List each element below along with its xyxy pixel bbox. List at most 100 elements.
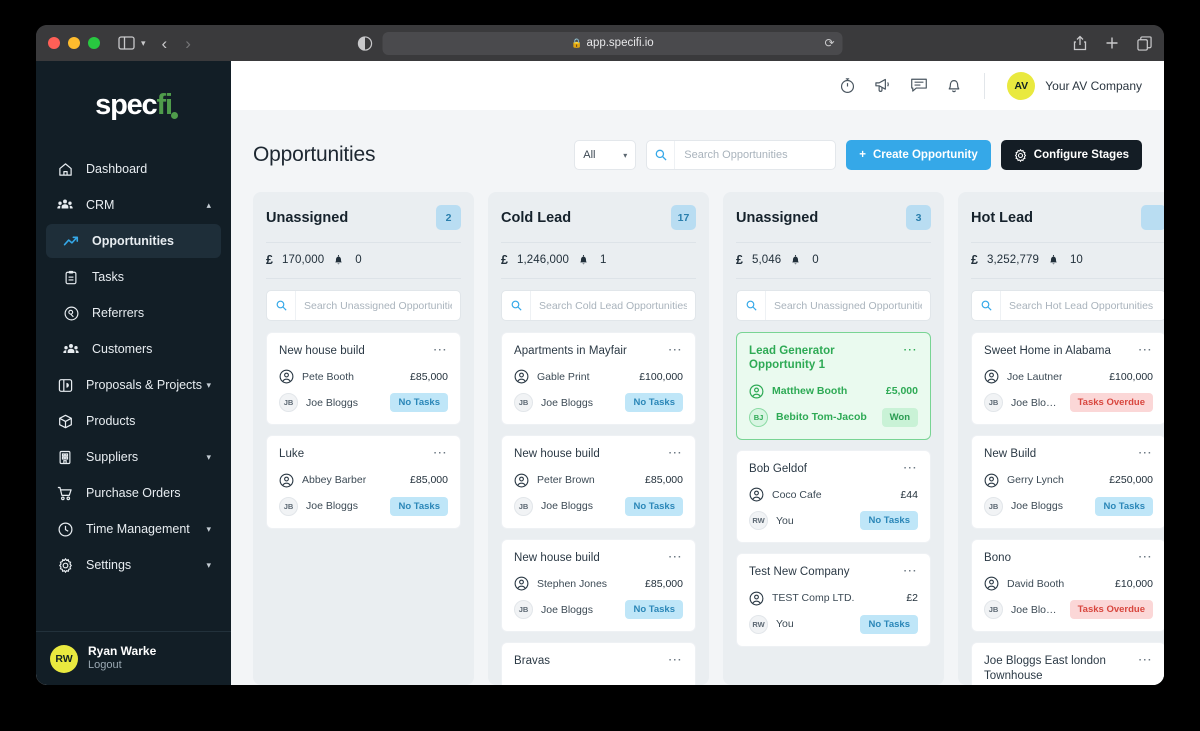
new-tab-icon[interactable]	[1105, 36, 1119, 50]
card-menu-icon[interactable]: ⋯	[1138, 445, 1153, 460]
chevron-down-icon[interactable]: ▾	[206, 560, 211, 571]
card-menu-icon[interactable]: ⋯	[903, 563, 918, 578]
opportunity-card[interactable]: New Build ⋯ Gerry Lynch £250,000 JB Joe …	[971, 435, 1164, 529]
card-menu-icon[interactable]: ⋯	[903, 459, 918, 474]
column-search-input[interactable]	[766, 291, 930, 320]
sidebar-item-suppliers[interactable]: Suppliers ▾	[46, 440, 221, 474]
chevron-down-icon[interactable]: ▾	[206, 452, 211, 463]
card-owner-name: Joe Bloggs	[1011, 500, 1063, 513]
opportunity-card[interactable]: Apartments in Mayfair ⋯ Gable Print £100…	[501, 332, 696, 426]
tab-overview-icon[interactable]	[1137, 35, 1152, 51]
opportunity-card[interactable]: Joe Bloggs East london Townhouse ⋯	[971, 642, 1164, 685]
forward-arrow-icon[interactable]: ›	[185, 35, 191, 52]
timer-icon[interactable]	[839, 77, 856, 94]
sidebar-item-opportunities[interactable]: Opportunities	[46, 224, 221, 258]
opportunity-card-won[interactable]: Lead Generator Opportunity 1 ⋯ Matthew B…	[736, 332, 931, 440]
card-contact-name: Abbey Barber	[302, 474, 367, 487]
column-search[interactable]	[501, 290, 696, 321]
logout-link[interactable]: Logout	[88, 659, 156, 673]
card-title: Test New Company	[749, 566, 850, 579]
column-search[interactable]	[971, 290, 1164, 321]
card-menu-icon[interactable]: ⋯	[433, 342, 448, 357]
create-opportunity-button[interactable]: + Create Opportunity	[846, 140, 991, 170]
column-stats: £ 3,252,779 10	[971, 243, 1164, 279]
sidebar-item-tasks[interactable]: Tasks	[46, 260, 221, 294]
column-cards: Lead Generator Opportunity 1 ⋯ Matthew B…	[723, 321, 944, 685]
sidebar-item-dashboard[interactable]: Dashboard	[46, 152, 221, 186]
reload-icon[interactable]: ⟳	[824, 36, 834, 50]
card-menu-icon[interactable]: ⋯	[1138, 342, 1153, 357]
card-contact-name: Stephen Jones	[537, 577, 608, 590]
owner-avatar: JB	[514, 496, 533, 516]
create-opportunity-label: Create Opportunity	[872, 149, 978, 161]
card-menu-icon[interactable]: ⋯	[668, 652, 683, 667]
minimize-window-button[interactable]	[68, 37, 80, 49]
reader-view-icon[interactable]	[357, 35, 373, 51]
kanban-board[interactable]: Unassigned 2 £ 170,000 0 Search Unassign…	[253, 192, 1164, 685]
sidebar-item-customers[interactable]: Customers	[46, 332, 221, 366]
opportunity-card[interactable]: Test New Company ⋯ TEST Comp LTD. £2 RW …	[736, 553, 931, 647]
bell-icon[interactable]	[946, 77, 962, 94]
card-menu-icon[interactable]: ⋯	[1138, 548, 1153, 563]
kanban-column-unassigned-2[interactable]: Unassigned 3 £ 5,046 0 Search Unassigned…	[723, 192, 944, 685]
close-window-button[interactable]	[48, 37, 60, 49]
search-input[interactable]	[675, 141, 836, 169]
user-name: Ryan Warke	[88, 644, 157, 659]
chevron-down-icon[interactable]: ▾	[206, 524, 211, 535]
sidebar-item-crm[interactable]: CRM ▴	[46, 188, 221, 222]
opportunity-card[interactable]: Luke ⋯ Abbey Barber £85,000 JB Joe Blogg…	[266, 435, 461, 529]
card-owner-name: You	[776, 618, 794, 630]
card-menu-icon[interactable]: ⋯	[668, 445, 683, 460]
column-search-input[interactable]	[531, 291, 695, 320]
sidebar-item-settings[interactable]: Settings ▾	[46, 548, 221, 582]
sidebar-item-purchase-orders[interactable]: Purchase Orders	[46, 476, 221, 510]
account-menu[interactable]: AV Your AV Company	[1007, 71, 1142, 100]
card-menu-icon[interactable]: ⋯	[1138, 652, 1153, 667]
column-search-input[interactable]	[1001, 291, 1164, 320]
box-icon	[54, 414, 76, 429]
column-search[interactable]	[736, 290, 931, 321]
chevron-down-icon[interactable]: ▾	[206, 380, 211, 391]
app-logo[interactable]: specfi	[36, 61, 231, 146]
kanban-column-cold-lead[interactable]: Cold Lead 17 £ 1,246,000 1 Search Cold L…	[488, 192, 709, 685]
card-owner-name: Joe Bloggs	[541, 500, 593, 513]
back-arrow-icon[interactable]: ‹	[162, 35, 168, 52]
sidebar-item-proposals-projects[interactable]: Proposals & Projects ▾	[46, 368, 221, 402]
sidebar-user-footer[interactable]: RW Ryan Warke Logout	[36, 631, 231, 685]
share-icon[interactable]	[1073, 35, 1087, 51]
home-icon	[54, 162, 76, 177]
search-opportunities[interactable]	[646, 140, 837, 170]
opportunity-card[interactable]: New house build ⋯ Stephen Jones £85,000	[501, 538, 696, 633]
card-menu-icon[interactable]: ⋯	[433, 445, 448, 460]
opportunity-card[interactable]: New house build ⋯ Peter Brown £85,000 JB…	[501, 435, 696, 529]
status-badge: Won	[881, 407, 918, 427]
card-value: £100,000	[1109, 370, 1153, 383]
maximize-window-button[interactable]	[88, 37, 100, 49]
megaphone-icon[interactable]	[874, 77, 892, 94]
filter-select[interactable]: All ▾	[574, 140, 637, 170]
chevron-down-icon[interactable]: ▾	[141, 38, 146, 48]
sidebar-toggle-icon[interactable]: ▾	[118, 36, 146, 50]
sidebar-item-label: Time Management	[86, 522, 190, 536]
card-menu-icon[interactable]: ⋯	[903, 342, 918, 357]
sidebar-item-referrers[interactable]: Referrers	[46, 296, 221, 330]
kanban-column-unassigned-1[interactable]: Unassigned 2 £ 170,000 0 Search Unassign…	[253, 192, 474, 685]
column-search-input[interactable]	[296, 291, 460, 320]
column-cards: Sweet Home in Alabama ⋯ Joe Lautner £100…	[958, 321, 1164, 685]
address-bar[interactable]: 🔒 app.specifi.io ⟳	[382, 31, 843, 55]
opportunity-card[interactable]: Bono ⋯ David Booth £10,000 JB Joe Bloggs…	[971, 538, 1164, 633]
card-menu-icon[interactable]: ⋯	[668, 342, 683, 357]
sidebar-item-products[interactable]: Products	[46, 404, 221, 438]
opportunity-card[interactable]: Bob Geldof ⋯ Coco Cafe £44 RW You No Tas…	[736, 449, 931, 544]
opportunity-card[interactable]: Bravas ⋯	[501, 642, 696, 685]
kanban-column-hot-lead[interactable]: Hot Lead £ 3,252,779 10 Search Hot Lead …	[958, 192, 1164, 685]
card-menu-icon[interactable]: ⋯	[668, 548, 683, 563]
chat-icon[interactable]	[910, 77, 928, 94]
card-owner-row: JB Joe Bloggs Tasks Overdue	[984, 600, 1153, 620]
chevron-up-icon[interactable]: ▴	[206, 200, 211, 211]
configure-stages-button[interactable]: Configure Stages	[1000, 140, 1142, 170]
opportunity-card[interactable]: Sweet Home in Alabama ⋯ Joe Lautner £100…	[971, 332, 1164, 426]
sidebar-item-time-management[interactable]: Time Management ▾	[46, 512, 221, 546]
column-search[interactable]	[266, 290, 461, 321]
opportunity-card[interactable]: New house build ⋯ Pete Booth £85,000 JB …	[266, 332, 461, 426]
